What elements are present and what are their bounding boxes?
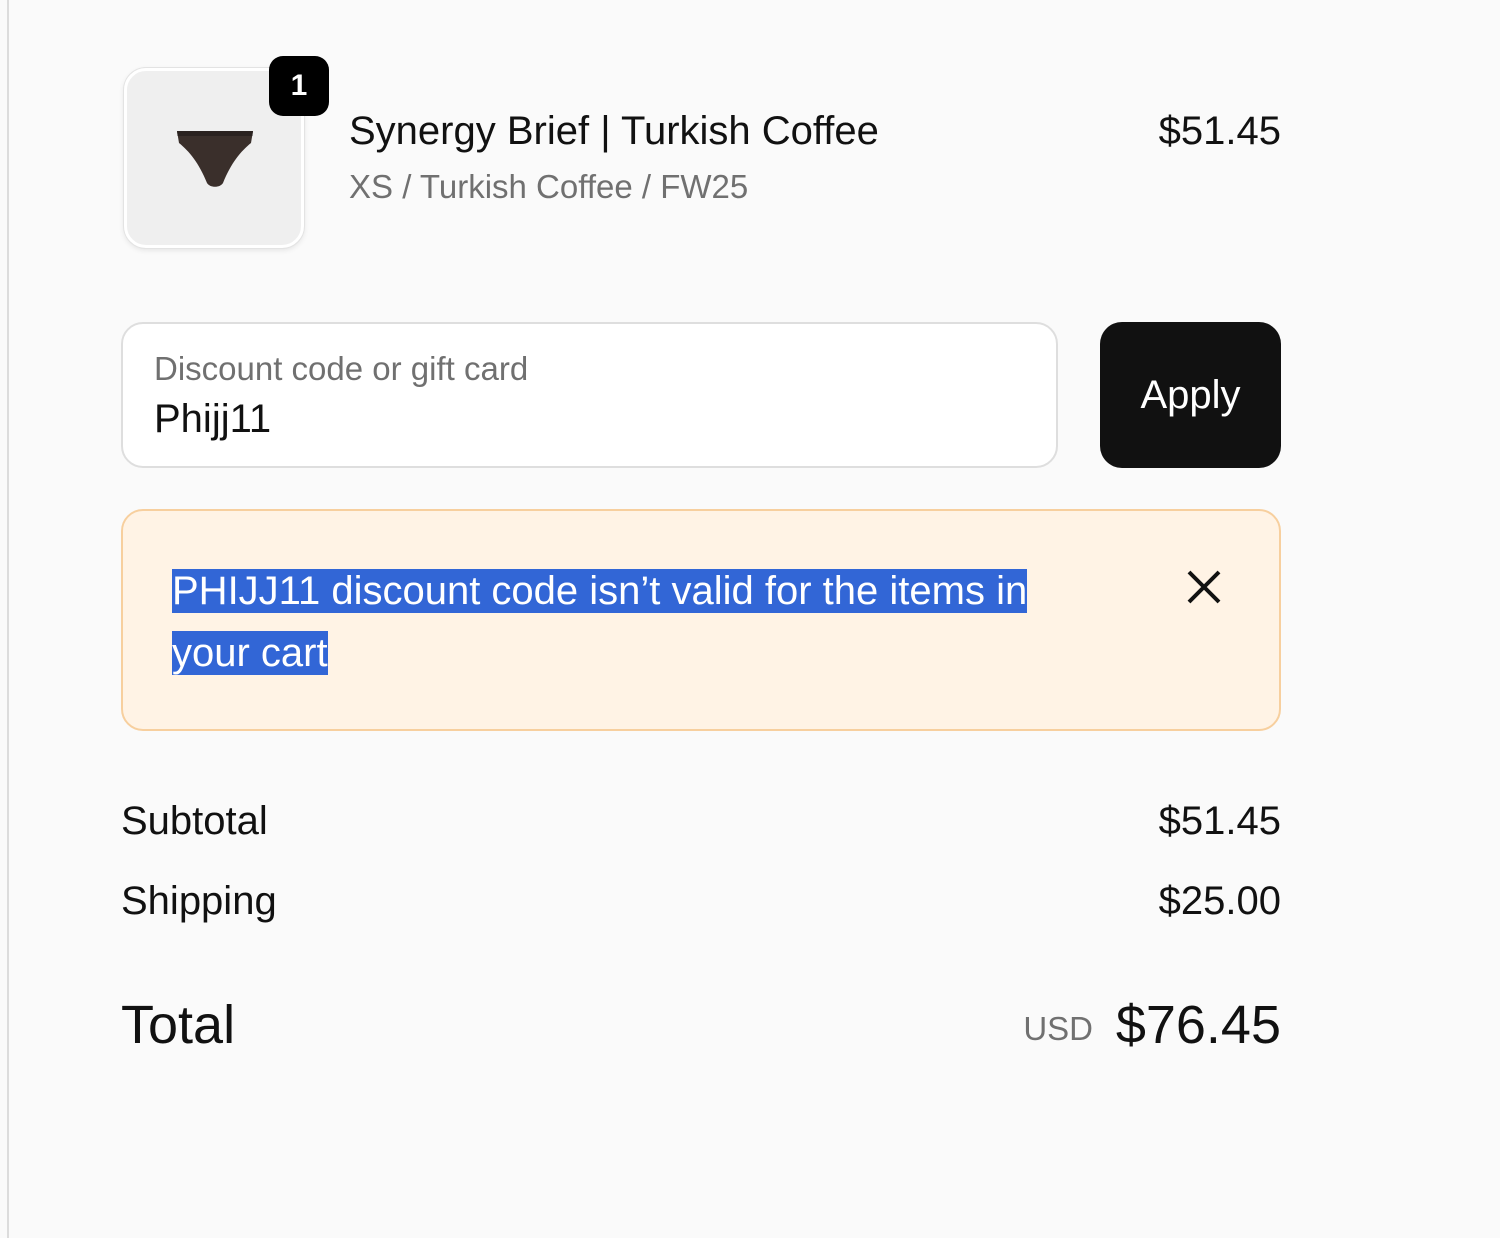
total-amount: $76.45 xyxy=(1115,995,1281,1055)
order-summary: 1 Synergy Brief | Turkish Coffee XS / Tu… xyxy=(121,0,1281,1238)
brief-underwear-icon xyxy=(177,131,253,187)
error-message: PHIJJ11 discount code isn’t valid for th… xyxy=(172,560,1052,684)
sidebar-divider xyxy=(7,0,9,1238)
product-thumbnail: 1 xyxy=(124,56,329,248)
product-price: $51.45 xyxy=(1158,109,1281,153)
selected-error-text: PHIJJ11 discount code isn’t valid for th… xyxy=(172,569,1028,675)
cart-line-item: 1 Synergy Brief | Turkish Coffee XS / Tu… xyxy=(121,56,1281,252)
discount-field-label: Discount code or gift card xyxy=(154,350,529,387)
total-currency: USD xyxy=(1023,1010,1093,1047)
close-icon[interactable] xyxy=(1181,564,1227,610)
discount-code-field[interactable]: Discount code or gift card xyxy=(121,322,1058,468)
total-row: Total USD $76.45 xyxy=(121,990,1281,1060)
shipping-label: Shipping xyxy=(121,879,277,923)
subtotal-label: Subtotal xyxy=(121,799,268,843)
product-variant: XS / Turkish Coffee / FW25 xyxy=(349,168,749,205)
total-label: Total xyxy=(121,995,236,1055)
subtotal-row: Subtotal $51.45 xyxy=(121,796,1281,846)
quantity-badge: 1 xyxy=(269,56,329,116)
shipping-value: $25.00 xyxy=(1158,879,1281,923)
shipping-row: Shipping $25.00 xyxy=(121,876,1281,926)
discount-error-banner: PHIJJ11 discount code isn’t valid for th… xyxy=(121,509,1281,731)
apply-button[interactable]: Apply xyxy=(1100,322,1281,468)
discount-code-input[interactable] xyxy=(154,394,1014,444)
subtotal-value: $51.45 xyxy=(1158,799,1281,843)
product-name: Synergy Brief | Turkish Coffee xyxy=(349,109,879,153)
